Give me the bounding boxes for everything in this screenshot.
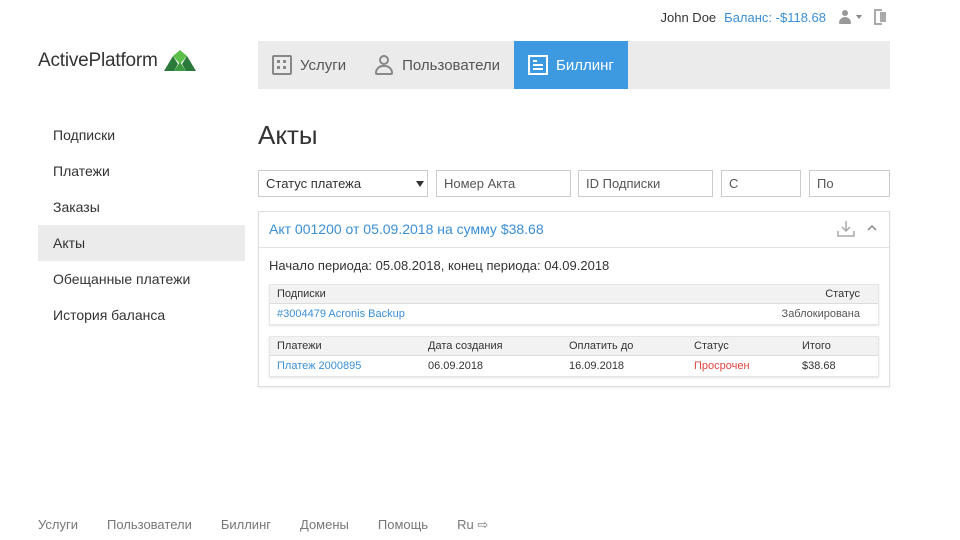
payment-status-select[interactable]: Статус платежа [258, 170, 428, 197]
services-icon [272, 55, 292, 75]
date-to-input[interactable] [809, 170, 890, 197]
subscriptions-table: Подписки Статус #3004479 Acronis Backup … [269, 284, 879, 325]
table-header: Подписки Статус [270, 285, 878, 304]
column-header-created: Дата создания [428, 340, 503, 352]
logout-icon[interactable] [874, 9, 888, 25]
logo[interactable]: ActivePlatform [38, 50, 196, 72]
table-row: #3004479 Acronis Backup Заблокирована [270, 304, 878, 324]
sidebar-item-payments[interactable]: Платежи [38, 153, 245, 189]
chevron-down-icon [416, 181, 424, 187]
page-title: Акты [258, 120, 318, 150]
sidebar-item-subscriptions[interactable]: Подписки [38, 117, 245, 153]
chevron-up-icon[interactable] [867, 223, 877, 233]
user-icon[interactable] [838, 10, 852, 24]
footer-link-services[interactable]: Услуги [38, 517, 78, 533]
date-from-input[interactable] [721, 170, 801, 197]
table-row: Платеж 2000895 06.09.2018 16.09.2018 Про… [270, 356, 878, 376]
tab-billing-label: Биллинг [556, 56, 614, 74]
act-card: Акт 001200 от 05.09.2018 на сумму $38.68… [258, 211, 890, 387]
top-user-bar: John Doe Баланс: -$118.68 [661, 8, 889, 26]
footer-link-domains[interactable]: Домены [300, 517, 349, 533]
column-header-payments: Платежи [277, 340, 322, 352]
sidebar-item-balance-history[interactable]: История баланса [38, 297, 245, 333]
column-header-status: Статус [825, 288, 860, 300]
download-icon[interactable] [837, 220, 855, 238]
logo-mark-icon [163, 50, 196, 71]
act-title-link[interactable]: Акт 001200 от 05.09.2018 на сумму $38.68 [269, 221, 544, 237]
footer-link-billing[interactable]: Биллинг [221, 517, 271, 533]
sidebar-item-orders[interactable]: Заказы [38, 189, 245, 225]
subscription-id-input[interactable] [578, 170, 713, 197]
users-icon [374, 55, 394, 75]
tab-services-label: Услуги [300, 56, 347, 74]
subscription-link[interactable]: #3004479 Acronis Backup [277, 308, 405, 320]
footer-language-switch[interactable]: Ru ⇨ [457, 517, 488, 533]
footer-nav: Услуги Пользователи Биллинг Домены Помощ… [38, 517, 517, 533]
billing-icon [528, 55, 549, 75]
sidebar: Подписки Платежи Заказы Акты Обещанные п… [38, 117, 245, 333]
payments-table: Платежи Дата создания Оплатить до Статус… [269, 336, 879, 377]
footer-link-help[interactable]: Помощь [378, 517, 428, 533]
payment-status: Просрочен [694, 360, 750, 372]
payment-total: $38.68 [802, 360, 836, 372]
act-card-header: Акт 001200 от 05.09.2018 на сумму $38.68 [259, 212, 889, 248]
logo-text: ActivePlatform [38, 50, 158, 71]
user-name[interactable]: John Doe [661, 10, 717, 25]
column-header-subscriptions: Подписки [277, 288, 326, 300]
main-nav: Услуги Пользователи Биллинг [258, 41, 890, 89]
act-number-input[interactable] [436, 170, 571, 197]
column-header-total: Итого [802, 340, 831, 352]
tab-users[interactable]: Пользователи [360, 41, 514, 89]
tab-services[interactable]: Услуги [258, 41, 360, 89]
subscription-status: Заблокирована [781, 308, 860, 320]
sidebar-item-promised-payments[interactable]: Обещанные платежи [38, 261, 245, 297]
tab-users-label: Пользователи [402, 56, 501, 74]
balance-link[interactable]: Баланс: -$118.68 [724, 10, 826, 25]
tab-billing[interactable]: Биллинг [514, 41, 628, 89]
payment-due-date: 16.09.2018 [569, 360, 625, 372]
chevron-down-icon[interactable] [856, 15, 862, 19]
act-period: Начало периода: 05.08.2018, конец период… [269, 258, 610, 273]
column-header-status: Статус [694, 340, 729, 352]
payment-link[interactable]: Платеж 2000895 [277, 360, 361, 372]
sidebar-item-acts[interactable]: Акты [38, 225, 245, 261]
column-header-due: Оплатить до [569, 340, 634, 352]
footer-link-users[interactable]: Пользователи [107, 517, 192, 533]
table-header: Платежи Дата создания Оплатить до Статус… [270, 337, 878, 356]
payment-created-date: 06.09.2018 [428, 360, 484, 372]
